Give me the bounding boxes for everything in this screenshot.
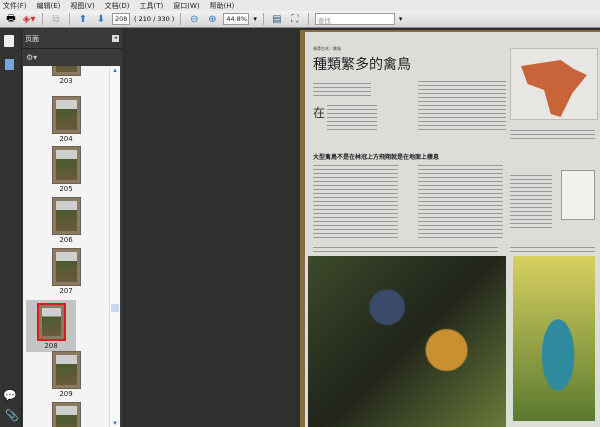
page-thumbnail xyxy=(51,96,81,134)
page-thumbnail xyxy=(51,146,81,184)
zoom-dropdown-icon[interactable]: ▾ xyxy=(253,15,257,23)
menu-file[interactable]: 文件(F) xyxy=(3,1,27,11)
pages-panel: 页面 ◂ ⚙▾ 203 204 205 206 207 208 209 ▴ ▾ xyxy=(22,29,122,427)
divider xyxy=(180,13,182,25)
menu-tools[interactable]: 工具(T) xyxy=(140,1,164,11)
scroll-thumb[interactable] xyxy=(111,304,119,312)
create-pdf-icon[interactable]: ◈▾ xyxy=(22,13,36,26)
hornbill-photo xyxy=(308,256,506,427)
article-title: 種類繁多的禽鳥 xyxy=(313,57,411,73)
toolbar: 🖶 ◈▾ ⧉ ⬆ ⬇ 208 ( 210 / 330 ) ⊖ ⊕ 44.8% ▾… xyxy=(0,11,600,28)
thumbnail-label: 209 xyxy=(59,390,73,398)
subheading: 大型禽鳥不是在林冠上方飛翔就是在地面上棲息 xyxy=(313,154,440,161)
menu-view[interactable]: 视图(V) xyxy=(70,1,94,11)
zoom-input[interactable]: 44.8% xyxy=(223,13,250,25)
divider xyxy=(307,13,309,25)
body-text xyxy=(418,162,503,238)
page-number-input[interactable]: 208 xyxy=(112,13,130,25)
thumbnail-label: 205 xyxy=(59,185,73,193)
scroll-up-icon[interactable]: ▴ xyxy=(110,66,120,74)
thumbnail-204[interactable]: 204 xyxy=(23,96,109,143)
thumbnail-205[interactable]: 205 xyxy=(23,146,109,193)
dropcap: 在 xyxy=(313,106,326,120)
thumbnail-label: 207 xyxy=(59,287,73,295)
divider xyxy=(69,13,70,25)
pdf-page: 林莽古木／禽鳥 種類繁多的禽鳥 在 大型禽鳥不是在林冠上方飛翔就是在地面上棲息 xyxy=(305,32,600,427)
page-count: ( 210 / 330 ) xyxy=(134,15,175,23)
divider xyxy=(42,13,43,25)
page-thumbnail xyxy=(51,197,81,235)
thumbnail-list: 203 204 205 206 207 208 209 ▴ ▾ xyxy=(23,66,120,427)
africa-map xyxy=(510,48,598,120)
zoom-out-icon[interactable]: ⊖ xyxy=(187,13,201,26)
thumbnail-label: 204 xyxy=(59,135,73,143)
attachments-icon[interactable]: 📎 xyxy=(5,409,19,422)
thumbnail-label: 206 xyxy=(59,236,73,244)
section-label: 林莽古木／禽鳥 xyxy=(313,46,341,51)
menu-document[interactable]: 文档(D) xyxy=(105,1,130,11)
thumbnail-210[interactable] xyxy=(23,402,109,427)
page-thumbnail xyxy=(51,351,81,389)
document-view[interactable]: 林莽古木／禽鳥 種類繁多的禽鳥 在 大型禽鳥不是在林冠上方飛翔就是在地面上棲息 xyxy=(300,30,600,427)
pages-icon[interactable] xyxy=(4,35,14,47)
search-dropdown-icon[interactable]: ▾ xyxy=(399,15,403,23)
turaco-photo xyxy=(513,256,595,421)
sidebar-box-text xyxy=(510,172,552,228)
page-thumbnail xyxy=(51,66,81,76)
page-thumbnail xyxy=(36,303,66,341)
thumbnail-scrollbar[interactable]: ▴ ▾ xyxy=(109,66,120,427)
thumbnail-208-selected[interactable]: 208 xyxy=(26,300,76,352)
scroll-down-icon[interactable]: ▾ xyxy=(110,419,120,427)
page-thumbnail xyxy=(51,402,81,427)
zoom-in-icon[interactable]: ⊕ xyxy=(205,13,219,26)
page-thumbnail xyxy=(51,248,81,286)
panel-menu-button[interactable]: ◂ xyxy=(112,35,119,42)
bookmarks-icon[interactable] xyxy=(5,59,14,70)
menu-edit[interactable]: 编辑(E) xyxy=(37,1,61,11)
body-text xyxy=(327,102,377,132)
thumbnail-209[interactable]: 209 xyxy=(23,351,109,398)
panel-title: 页面 xyxy=(25,34,39,43)
next-page-icon[interactable]: ⬇ xyxy=(94,13,108,26)
menu-window[interactable]: 窗口(W) xyxy=(173,1,199,11)
divider xyxy=(262,13,264,25)
navigation-rail: 💬 📎 xyxy=(0,29,22,427)
comments-icon[interactable]: 💬 xyxy=(3,389,17,402)
print-icon[interactable]: 🖶 xyxy=(4,13,18,26)
previous-page-icon[interactable]: ⬆ xyxy=(76,13,90,26)
thumbnail-207[interactable]: 207 xyxy=(23,248,109,295)
share-icon[interactable]: ⧉ xyxy=(49,13,63,26)
search-input[interactable]: 查找 xyxy=(314,13,395,25)
full-screen-icon[interactable]: ⛶ xyxy=(288,13,302,26)
body-text xyxy=(313,162,398,238)
panel-options-button[interactable]: ⚙▾ xyxy=(22,49,122,65)
lead-text xyxy=(313,80,371,96)
menu-bar: 文件(F) 编辑(E) 视图(V) 文档(D) 工具(T) 窗口(W) 帮助(H… xyxy=(0,0,600,11)
thumbnail-label: 203 xyxy=(59,77,73,85)
fit-page-icon[interactable]: ▤ xyxy=(270,13,284,26)
body-text xyxy=(418,78,506,130)
photo-caption xyxy=(313,244,498,252)
photo-caption xyxy=(510,244,595,252)
menu-help[interactable]: 帮助(H) xyxy=(210,1,235,11)
map-region xyxy=(521,60,587,117)
thumbnail-203[interactable]: 203 xyxy=(23,66,109,85)
thumbnail-label: 208 xyxy=(44,342,58,350)
thumbnail-206[interactable]: 206 xyxy=(23,197,109,244)
map-caption xyxy=(510,127,595,139)
sketch-illustration xyxy=(561,170,595,220)
